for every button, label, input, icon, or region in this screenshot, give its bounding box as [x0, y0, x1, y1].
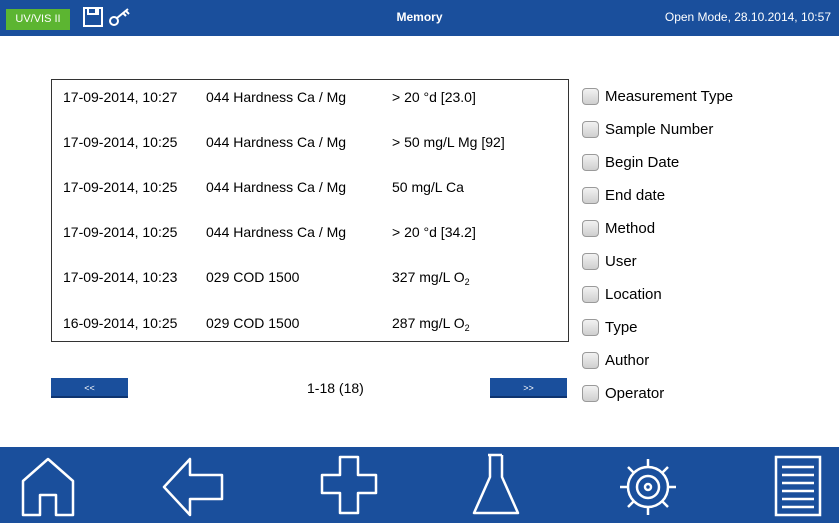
row-method: 044 Hardness Ca / Mg [206, 179, 347, 195]
row-date: 16-09-2014, 10:25 [63, 315, 178, 331]
row-method: 044 Hardness Ca / Mg [206, 89, 347, 105]
status-text: Open Mode, 28.10.2014, 10:57 [664, 10, 831, 24]
flask-icon[interactable] [468, 451, 524, 519]
checkbox[interactable] [582, 385, 599, 402]
list-item[interactable]: 17-09-2014, 10:23 029 COD 1500 327 mg/L … [52, 266, 568, 288]
checkbox-label: Operator [605, 385, 665, 402]
home-icon[interactable] [18, 451, 78, 519]
checkbox-label: Author [605, 352, 650, 369]
checkbox-label: Method [605, 220, 656, 237]
row-date: 17-09-2014, 10:25 [63, 134, 178, 150]
list-item[interactable]: 17-09-2014, 10:25 044 Hardness Ca / Mg >… [52, 221, 568, 243]
checkbox[interactable] [582, 253, 599, 270]
list-item[interactable]: 17-09-2014, 10:25 044 Hardness Ca / Mg 5… [52, 176, 568, 198]
next-page-button[interactable]: >> [490, 378, 567, 398]
list-item[interactable]: 16-09-2014, 10:25 029 COD 1500 287 mg/L … [52, 312, 568, 334]
checkbox[interactable] [582, 121, 599, 138]
row-date: 17-09-2014, 10:25 [63, 224, 178, 240]
checkbox-label: Sample Number [605, 121, 714, 138]
checkbox-label: Location [605, 286, 662, 303]
checkbox-label: Measurement Type [605, 88, 734, 105]
settings-gear-icon[interactable] [614, 451, 682, 519]
row-method: 029 COD 1500 [206, 315, 300, 331]
list-item[interactable]: 17-09-2014, 10:25 044 Hardness Ca / Mg >… [52, 131, 568, 153]
checkbox[interactable] [582, 187, 599, 204]
row-result: > 20 °d [23.0] [392, 89, 476, 105]
plus-icon[interactable] [318, 451, 380, 519]
checkbox[interactable] [582, 88, 599, 105]
row-result: 327 mg/L O2 [392, 266, 470, 288]
checkbox-label: User [605, 253, 637, 270]
row-method: 029 COD 1500 [206, 269, 300, 285]
checkbox[interactable] [582, 352, 599, 369]
checkbox-label: Begin Date [605, 154, 680, 171]
page-range: 1-18 (18) [307, 380, 364, 396]
row-result-text: 327 mg/L O [392, 269, 465, 285]
back-arrow-icon[interactable] [158, 451, 228, 519]
row-result: 287 mg/L O2 [392, 312, 470, 334]
header-bar: UV/VIS II Memory Open Mode, 28.10.2014, … [0, 0, 839, 36]
footer-nav-bar [0, 447, 839, 523]
checkbox-label: End date [605, 187, 666, 204]
row-result: > 50 mg/L Mg [92] [392, 134, 505, 150]
prev-page-button[interactable]: << [51, 378, 128, 398]
row-result: 50 mg/L Ca [392, 179, 464, 195]
row-method: 044 Hardness Ca / Mg [206, 134, 347, 150]
row-result-subscript: 2 [464, 277, 470, 287]
row-result-text: 287 mg/L O [392, 315, 465, 331]
checkbox[interactable] [582, 286, 599, 303]
results-list[interactable]: 17-09-2014, 10:27 044 Hardness Ca / Mg >… [51, 79, 569, 342]
row-result: > 20 °d [34.2] [392, 224, 476, 240]
checkbox[interactable] [582, 154, 599, 171]
row-date: 17-09-2014, 10:23 [63, 269, 178, 285]
list-item[interactable]: 17-09-2014, 10:27 044 Hardness Ca / Mg >… [52, 86, 568, 108]
checkbox-label: Type [605, 319, 638, 336]
list-icon[interactable] [770, 451, 826, 519]
row-result-subscript: 2 [464, 323, 470, 333]
row-date: 17-09-2014, 10:27 [63, 89, 178, 105]
checkbox[interactable] [582, 319, 599, 336]
row-method: 044 Hardness Ca / Mg [206, 224, 347, 240]
row-date: 17-09-2014, 10:25 [63, 179, 178, 195]
checkbox[interactable] [582, 220, 599, 237]
